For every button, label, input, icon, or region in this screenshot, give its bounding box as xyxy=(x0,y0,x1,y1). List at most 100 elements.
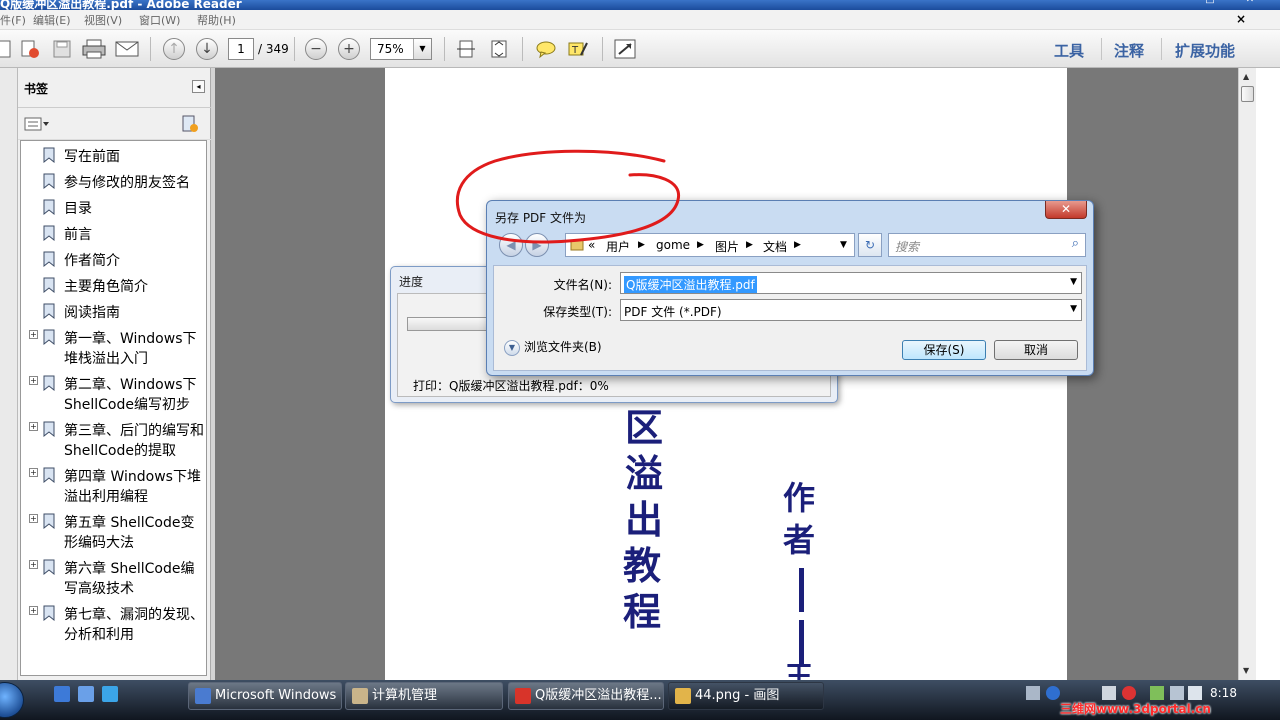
chevron-down-icon[interactable]: ▼ xyxy=(840,240,847,250)
taskbar-button[interactable]: 计算机管理 xyxy=(345,682,503,710)
fit-width-icon[interactable] xyxy=(454,38,478,60)
menu-file[interactable]: 件(F) xyxy=(0,12,26,28)
expand-icon[interactable]: + xyxy=(29,560,38,569)
network-icon[interactable] xyxy=(1170,686,1184,700)
show-desktop-icon[interactable] xyxy=(54,686,70,702)
scrollbar-thumb[interactable] xyxy=(1241,86,1254,102)
open-icon[interactable] xyxy=(0,38,16,60)
expand-icon[interactable]: + xyxy=(29,376,38,385)
minimize-icon[interactable]: – xyxy=(1160,0,1180,8)
switch-windows-icon[interactable] xyxy=(78,686,94,702)
search-input[interactable]: 搜索 ⌕ xyxy=(888,233,1086,257)
zoom-select[interactable]: 75% ▼ xyxy=(370,38,432,60)
scroll-down-icon[interactable]: ▼ xyxy=(1243,666,1249,675)
chevron-down-icon[interactable]: ▼ xyxy=(1070,304,1077,314)
create-pdf-icon[interactable] xyxy=(18,38,42,60)
start-button[interactable] xyxy=(0,682,24,718)
power-icon[interactable] xyxy=(1150,686,1164,700)
breadcrumb-overflow[interactable]: « xyxy=(588,238,595,252)
app-icon xyxy=(675,688,691,704)
vertical-scrollbar[interactable]: ▲ ▼ xyxy=(1238,68,1256,680)
taskbar-button[interactable]: Microsoft Windows xyxy=(188,682,342,710)
svg-text:T: T xyxy=(571,45,579,56)
menu-edit[interactable]: 编辑(E) xyxy=(33,12,71,28)
zoom-in-icon[interactable]: + xyxy=(337,38,361,60)
help-icon[interactable] xyxy=(1046,686,1060,700)
save-icon[interactable] xyxy=(50,38,74,60)
clock[interactable]: 8:18 xyxy=(1210,686,1237,700)
close-icon[interactable]: ✕ xyxy=(1240,0,1260,8)
new-bookmark-icon[interactable] xyxy=(180,114,200,137)
filename-label: 文件名(N): xyxy=(553,278,612,292)
bookmark-icon xyxy=(43,251,55,268)
expand-icon[interactable]: + xyxy=(29,422,38,431)
author-char: 王 xyxy=(785,662,814,680)
options-menu-icon[interactable] xyxy=(24,116,50,135)
breadcrumb-item[interactable]: gome xyxy=(656,238,690,252)
browse-folders-toggle[interactable]: ▼ 浏览文件夹(B) xyxy=(504,338,602,356)
volume-icon[interactable] xyxy=(1188,686,1202,700)
close-icon[interactable]: ✕ xyxy=(1045,201,1087,219)
taskbar: Microsoft Windows 计算机管理 Q版缓冲区溢出教程... 44.png… xyxy=(0,680,1280,720)
breadcrumb-item[interactable]: 用户 xyxy=(606,238,630,255)
chevron-down-icon[interactable]: ▼ xyxy=(1070,277,1077,287)
cancel-button[interactable]: 取消 xyxy=(994,340,1078,360)
breadcrumb-item[interactable]: 图片 xyxy=(715,238,739,255)
highlight-text-icon[interactable]: T xyxy=(566,38,590,60)
back-icon[interactable]: ◀ xyxy=(499,233,523,257)
bookmarks-options-bar xyxy=(18,108,211,140)
refresh-icon[interactable]: ↻ xyxy=(858,233,882,257)
chevron-down-icon[interactable]: ▼ xyxy=(413,39,431,59)
filename-field[interactable]: Q版缓冲区溢出教程.pdf ▼ xyxy=(620,272,1082,294)
comment-panel-button[interactable]: 注释 xyxy=(1114,40,1144,61)
expand-icon[interactable]: + xyxy=(29,468,38,477)
keyboard-icon[interactable] xyxy=(1026,686,1040,700)
quick-launch-icon[interactable] xyxy=(102,686,118,702)
expand-icon[interactable]: + xyxy=(29,330,38,339)
bookmark-icon xyxy=(43,173,55,190)
collapse-panel-icon[interactable]: ◂ xyxy=(192,80,205,93)
forward-icon[interactable]: ▶ xyxy=(525,233,549,257)
extend-button[interactable]: 扩展功能 xyxy=(1175,40,1235,61)
print-icon[interactable] xyxy=(82,38,106,60)
bookmark-icon xyxy=(43,605,55,622)
menu-view[interactable]: 视图(V) xyxy=(84,12,122,28)
save-dialog-title: 另存 PDF 文件为 xyxy=(495,211,587,225)
zoom-out-icon[interactable]: − xyxy=(304,38,328,60)
address-bar[interactable]: « 用户 ▶ gome ▶ 图片 ▶ 文档 ▶ ▼ xyxy=(565,233,855,257)
fit-page-icon[interactable] xyxy=(487,38,511,60)
next-page-icon[interactable]: ↓ xyxy=(195,38,219,60)
expand-icon[interactable]: + xyxy=(29,514,38,523)
scroll-up-icon[interactable]: ▲ xyxy=(1243,72,1249,81)
chevron-right-icon[interactable]: ▶ xyxy=(746,240,753,250)
chevron-right-icon[interactable]: ▶ xyxy=(638,240,645,250)
save-button[interactable]: 保存(S) xyxy=(902,340,986,360)
search-icon[interactable]: ⌕ xyxy=(1072,236,1079,251)
bookmark-label: 第三章、后门的编写和ShellCode的提取 xyxy=(64,423,204,459)
taskbar-button[interactable]: Q版缓冲区溢出教程... xyxy=(508,682,664,710)
taskbar-button[interactable]: 44.png - 画图 xyxy=(668,682,824,710)
breadcrumb-item[interactable]: 文档 xyxy=(763,238,787,255)
filetype-value: PDF 文件 (*.PDF) xyxy=(624,305,722,319)
email-icon[interactable] xyxy=(115,38,139,60)
title-char: 区 xyxy=(625,405,664,450)
expand-icon[interactable]: + xyxy=(29,606,38,615)
full-screen-icon[interactable] xyxy=(613,38,637,60)
maximize-icon[interactable]: □ xyxy=(1200,0,1220,8)
toolbar-separator xyxy=(294,37,295,61)
app-icon xyxy=(352,688,368,704)
tools-button[interactable]: 工具 xyxy=(1054,40,1084,61)
menu-window[interactable]: 窗口(W) xyxy=(139,12,180,28)
chevron-right-icon[interactable]: ▶ xyxy=(697,240,704,250)
printer-icon[interactable] xyxy=(1102,686,1116,700)
menu-help[interactable]: 帮助(H) xyxy=(197,12,236,28)
network-error-icon[interactable] xyxy=(1122,686,1136,700)
close-document-icon[interactable]: × xyxy=(1236,12,1246,26)
comment-icon[interactable] xyxy=(534,38,558,60)
toolbar-separator xyxy=(602,37,603,61)
previous-page-icon[interactable]: ↑ xyxy=(162,38,186,60)
filetype-select[interactable]: PDF 文件 (*.PDF) ▼ xyxy=(620,299,1082,321)
page-number-input[interactable]: 1 xyxy=(228,38,254,60)
chevron-right-icon[interactable]: ▶ xyxy=(794,240,801,250)
save-dialog-body: 文件名(N): Q版缓冲区溢出教程.pdf ▼ 保存类型(T): PDF 文件 … xyxy=(493,265,1087,371)
